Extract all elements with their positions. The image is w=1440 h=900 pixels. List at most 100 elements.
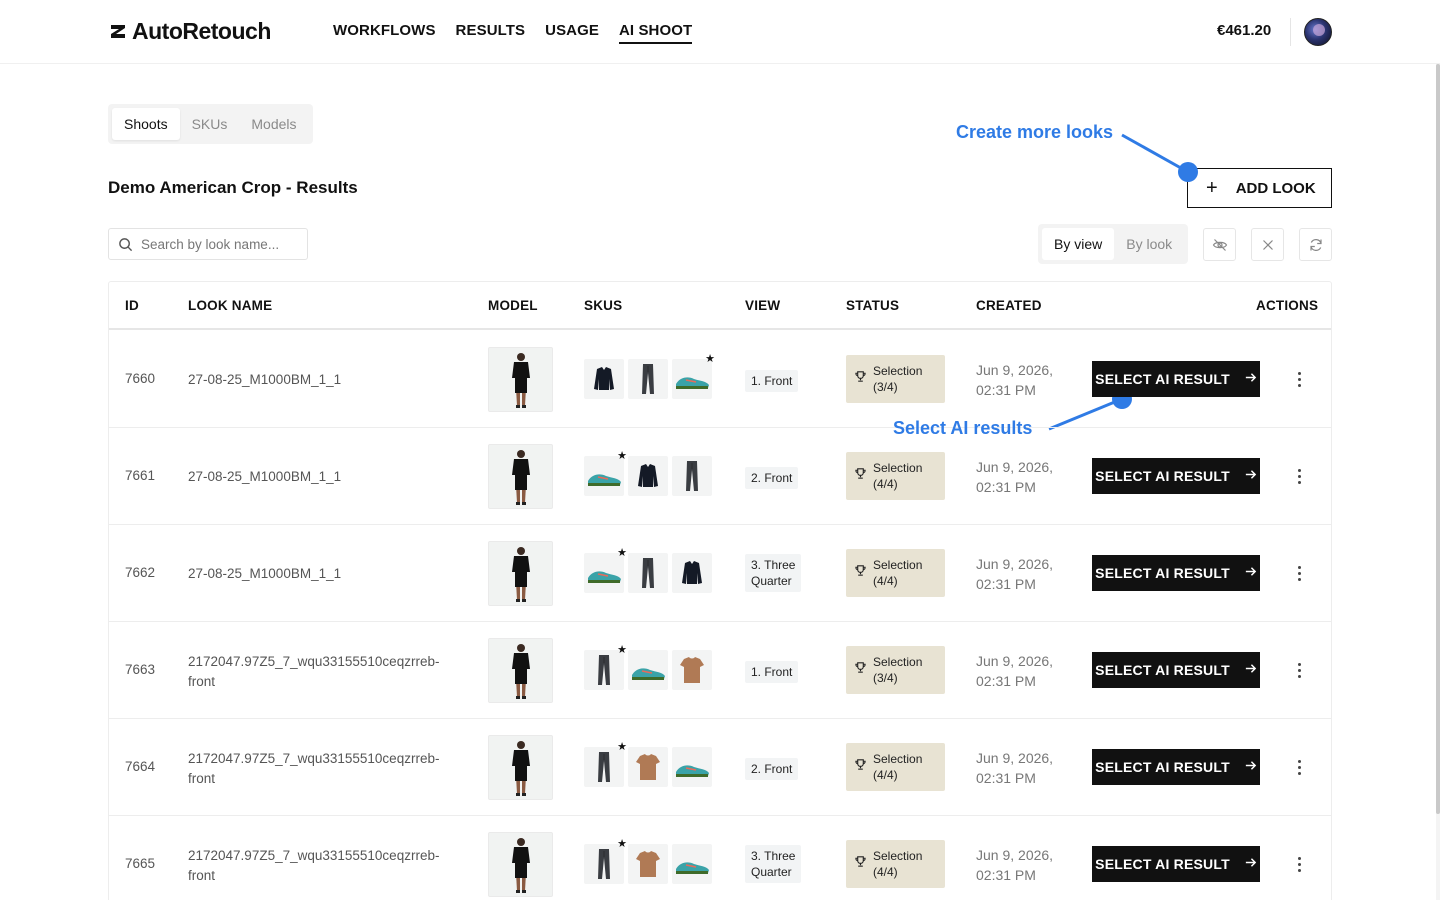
- status-badge: Selection (3/4): [846, 355, 945, 403]
- sku-thumbnail[interactable]: [628, 456, 668, 496]
- add-look-button[interactable]: + ADD LOOK: [1187, 168, 1332, 208]
- status-text: Selection (4/4): [873, 557, 922, 589]
- sku-thumbnail[interactable]: [628, 650, 668, 690]
- view-badge: 3. Three Quarter: [745, 845, 802, 883]
- logo-text: AutoRetouch: [132, 18, 271, 44]
- created-date: Jun 9, 2026, 02:31 PM: [976, 748, 1053, 788]
- tab-models[interactable]: Models: [239, 108, 308, 140]
- view-line1: 3. Three: [751, 558, 796, 572]
- table-row[interactable]: 7662 27-08-25_M1000BM_1_1 ★ 3. Three Qua…: [109, 525, 1331, 622]
- table-header: ID LOOK NAME MODEL SKUS VIEW STATUS CREA…: [109, 282, 1331, 330]
- logo[interactable]: AutoRetouch: [108, 18, 271, 45]
- created-line1: Jun 9, 2026,: [976, 459, 1054, 475]
- status-line2: (4/4): [873, 865, 898, 879]
- view-line2: Quarter: [751, 574, 792, 588]
- sku-thumbnail[interactable]: [628, 553, 668, 593]
- tab-shoots[interactable]: Shoots: [112, 108, 180, 140]
- status-line2: (4/4): [873, 768, 898, 782]
- trophy-icon: [854, 370, 867, 388]
- more-options-icon[interactable]: [1290, 367, 1308, 391]
- status-line1: Selection: [873, 849, 923, 863]
- table-row[interactable]: 7661 27-08-25_M1000BM_1_1 ★ 2. Front Sel…: [109, 428, 1331, 525]
- model-thumbnail[interactable]: [488, 638, 553, 703]
- search-input[interactable]: [141, 236, 301, 252]
- column-id[interactable]: ID: [125, 298, 139, 313]
- star-icon: ★: [705, 353, 715, 365]
- scrollbar-thumb[interactable]: [1436, 64, 1440, 814]
- sku-thumbnail[interactable]: ★: [584, 741, 627, 787]
- more-options-icon[interactable]: [1290, 755, 1308, 779]
- sku-thumbnail[interactable]: [672, 553, 712, 593]
- table-row[interactable]: 7665 2172047.97Z5_7_wqu33155510ceqzrreb-…: [109, 816, 1331, 900]
- search-box[interactable]: [108, 228, 308, 260]
- nav-workflows[interactable]: WORKFLOWS: [333, 22, 436, 44]
- select-ai-result-button[interactable]: SELECT AI RESULT: [1092, 458, 1260, 494]
- sku-thumbnail[interactable]: ★: [584, 838, 627, 884]
- sku-thumbnail[interactable]: [672, 650, 712, 690]
- select-ai-result-button[interactable]: SELECT AI RESULT: [1092, 652, 1260, 688]
- column-look-name[interactable]: LOOK NAME: [188, 298, 272, 313]
- tab-skus[interactable]: SKUs: [180, 108, 240, 140]
- created-line2: 02:31 PM: [976, 867, 1036, 883]
- look-name: 2172047.97Z5_7_wqu33155510ceqzrreb- fron…: [188, 846, 458, 886]
- column-status[interactable]: STATUS: [846, 298, 899, 313]
- toggle-by-view[interactable]: By view: [1042, 228, 1115, 260]
- column-model[interactable]: MODEL: [488, 298, 538, 313]
- more-options-icon[interactable]: [1290, 852, 1308, 876]
- table-row[interactable]: 7660 27-08-25_M1000BM_1_1 ★ 1. Front Sel…: [109, 331, 1331, 428]
- sku-list: ★: [584, 450, 712, 496]
- model-thumbnail[interactable]: [488, 735, 553, 800]
- view-badge: 1. Front: [745, 370, 799, 392]
- look-id: 7663: [125, 662, 156, 677]
- select-ai-result-button[interactable]: SELECT AI RESULT: [1092, 555, 1260, 591]
- status-badge: Selection (4/4): [846, 452, 945, 500]
- clear-button[interactable]: [1251, 228, 1284, 261]
- table-row[interactable]: 7663 2172047.97Z5_7_wqu33155510ceqzrreb-…: [109, 622, 1331, 719]
- sku-thumbnail[interactable]: ★: [584, 450, 627, 496]
- sku-thumbnail[interactable]: [672, 456, 712, 496]
- created-line1: Jun 9, 2026,: [976, 653, 1054, 669]
- sku-thumbnail[interactable]: [584, 359, 624, 399]
- status-line1: Selection: [873, 655, 923, 669]
- refresh-button[interactable]: [1299, 228, 1332, 261]
- sku-thumbnail[interactable]: [628, 747, 668, 787]
- select-ai-result-button[interactable]: SELECT AI RESULT: [1092, 749, 1260, 785]
- sku-thumbnail[interactable]: ★: [584, 644, 627, 690]
- column-skus[interactable]: SKUS: [584, 298, 622, 313]
- status-line2: (4/4): [873, 574, 898, 588]
- sku-thumbnail[interactable]: [672, 747, 712, 787]
- toggle-by-look[interactable]: By look: [1114, 228, 1184, 260]
- trophy-icon: [854, 564, 867, 582]
- arrow-right-icon: [1244, 759, 1257, 775]
- status-text: Selection (4/4): [873, 751, 922, 783]
- look-id: 7662: [125, 565, 156, 580]
- star-icon: ★: [617, 547, 627, 559]
- look-name-line1: 27-08-25_M1000BM_1_1: [188, 372, 342, 387]
- column-created[interactable]: CREATED: [976, 298, 1042, 313]
- status-line1: Selection: [873, 364, 923, 378]
- sku-thumbnail[interactable]: [628, 844, 668, 884]
- model-thumbnail[interactable]: [488, 347, 553, 412]
- table-row[interactable]: 7664 2172047.97Z5_7_wqu33155510ceqzrreb-…: [109, 719, 1331, 816]
- model-thumbnail[interactable]: [488, 444, 553, 509]
- more-options-icon[interactable]: [1290, 658, 1308, 682]
- model-thumbnail[interactable]: [488, 832, 553, 897]
- nav-usage[interactable]: USAGE: [545, 22, 599, 44]
- select-ai-result-button[interactable]: SELECT AI RESULT: [1092, 846, 1260, 882]
- sku-thumbnail[interactable]: [672, 844, 712, 884]
- more-options-icon[interactable]: [1290, 464, 1308, 488]
- sku-thumbnail[interactable]: [628, 359, 668, 399]
- annotation-select-ai-results: Select AI results: [893, 418, 1033, 438]
- nav-results[interactable]: RESULTS: [456, 22, 526, 44]
- column-view[interactable]: VIEW: [745, 298, 780, 313]
- select-ai-result-button[interactable]: SELECT AI RESULT: [1092, 361, 1260, 397]
- more-options-icon[interactable]: [1290, 561, 1308, 585]
- sku-thumbnail[interactable]: ★: [672, 353, 715, 399]
- status-line1: Selection: [873, 461, 923, 475]
- hide-button[interactable]: [1203, 228, 1236, 261]
- user-avatar[interactable]: [1304, 18, 1332, 46]
- nav-ai-shoot[interactable]: AI SHOOT: [618, 22, 693, 44]
- model-thumbnail[interactable]: [488, 541, 553, 606]
- sku-thumbnail[interactable]: ★: [584, 547, 627, 593]
- account-balance[interactable]: €461.20: [1217, 22, 1271, 39]
